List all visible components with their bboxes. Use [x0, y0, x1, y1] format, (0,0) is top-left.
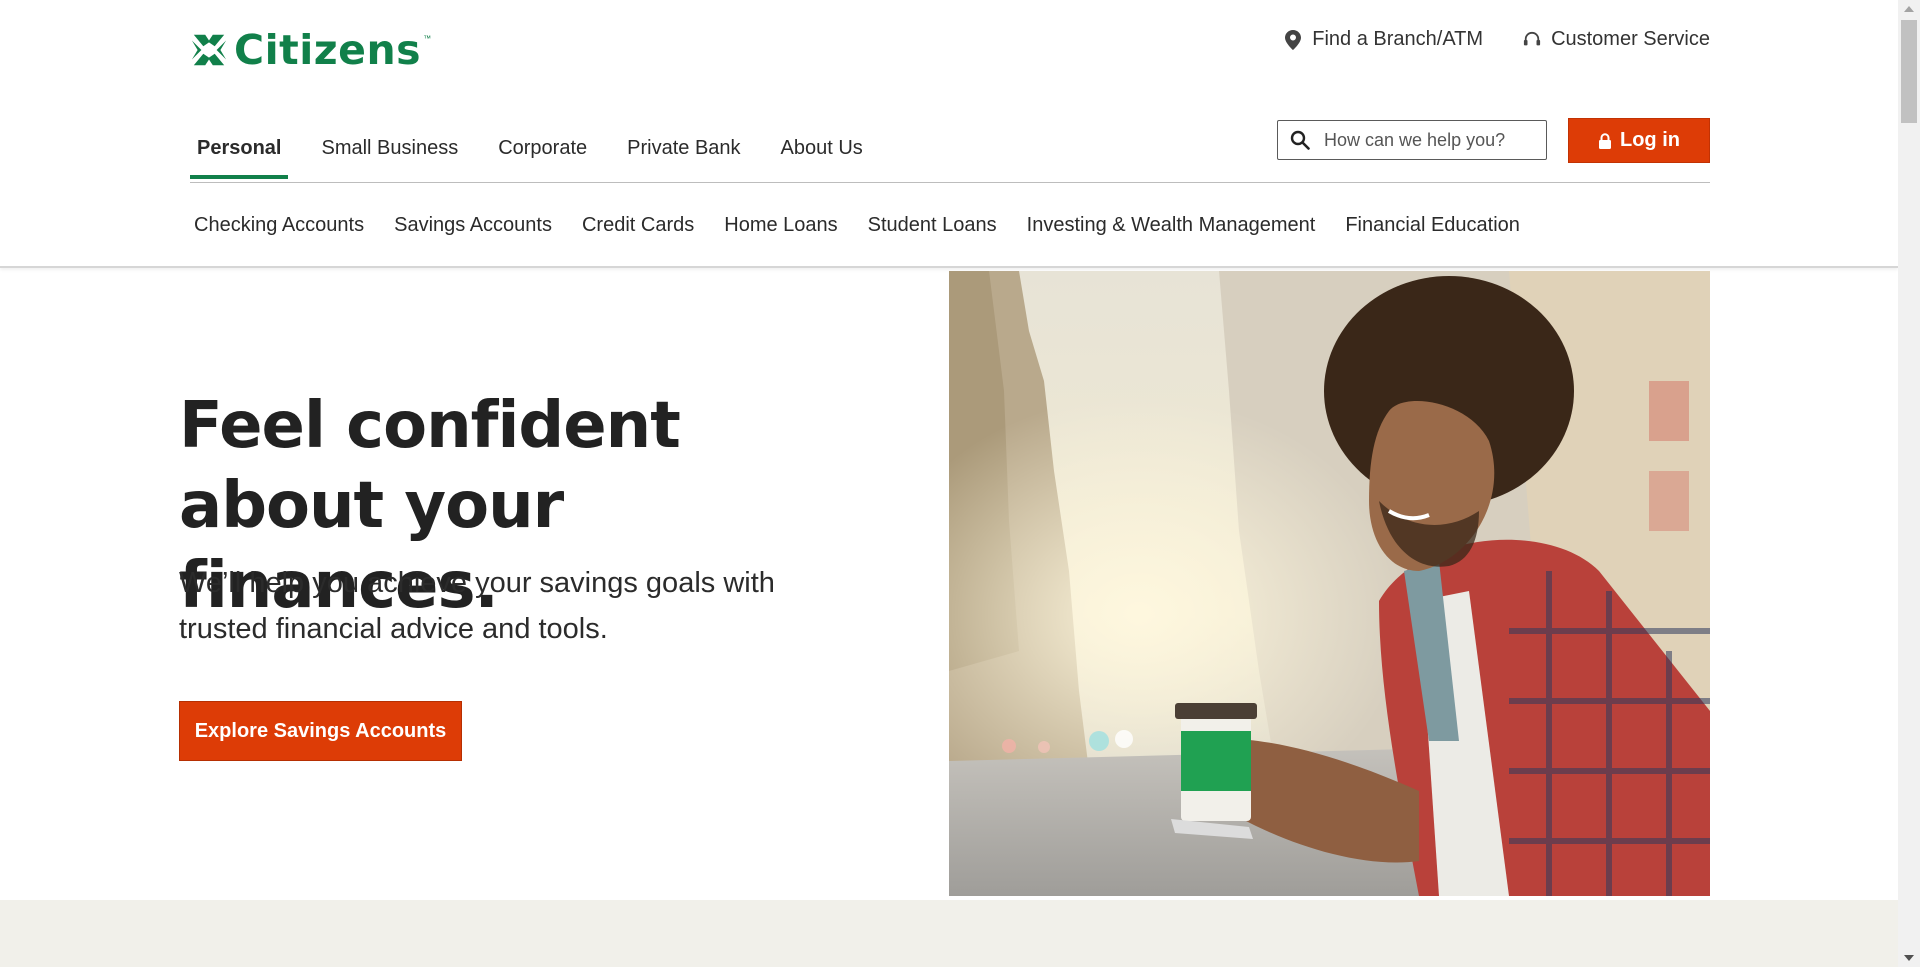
- lock-icon: [1599, 132, 1611, 149]
- scroll-down-arrow-icon[interactable]: [1904, 955, 1914, 961]
- hero-subtitle: We’ll help you achieve your savings goal…: [179, 567, 775, 645]
- login-button[interactable]: Log in: [1568, 118, 1710, 163]
- scroll-thumb[interactable]: [1901, 20, 1917, 123]
- nav-student-loans[interactable]: Student Loans: [868, 214, 997, 237]
- vertical-scrollbar[interactable]: [1898, 0, 1920, 967]
- tab-small-business[interactable]: Small Business: [314, 118, 465, 178]
- headset-icon: [1523, 31, 1541, 45]
- utility-links: Find a Branch/ATM Customer Service: [1284, 28, 1710, 51]
- location-pin-icon: [1285, 29, 1302, 50]
- search-box[interactable]: [1277, 120, 1547, 160]
- nav-financial-education[interactable]: Financial Education: [1345, 214, 1520, 237]
- find-branch-label: Find a Branch/ATM: [1312, 28, 1484, 50]
- scroll-up-arrow-icon[interactable]: [1904, 6, 1914, 12]
- hero-photo: [949, 271, 1710, 896]
- tab-corporate[interactable]: Corporate: [491, 118, 594, 178]
- nav-savings-accounts[interactable]: Savings Accounts: [394, 214, 552, 237]
- nav-checking-accounts[interactable]: Checking Accounts: [194, 214, 364, 237]
- customer-service-link[interactable]: Customer Service: [1523, 28, 1710, 51]
- citizens-logo[interactable]: Citizens ™: [190, 26, 431, 74]
- search-input[interactable]: [1322, 128, 1536, 152]
- nav-home-loans[interactable]: Home Loans: [724, 214, 837, 237]
- login-label: Log in: [1620, 129, 1680, 151]
- customer-service-label: Customer Service: [1551, 28, 1710, 50]
- gray-section-band: [0, 900, 1898, 967]
- brand-name: Citizens: [234, 26, 422, 74]
- explore-savings-button[interactable]: Explore Savings Accounts: [179, 701, 462, 761]
- secondary-nav: Checking Accounts Savings Accounts Credi…: [194, 214, 1520, 237]
- citizens-logo-mark-icon: [191, 34, 227, 66]
- page: Citizens ™ Find a Branch/ATM Customer Se…: [0, 0, 1898, 967]
- tab-personal[interactable]: Personal: [190, 118, 289, 179]
- nav-investing-wealth[interactable]: Investing & Wealth Management: [1027, 214, 1316, 237]
- site-header: Citizens ™ Find a Branch/ATM Customer Se…: [0, 0, 1898, 268]
- primary-nav: Personal Small Business Corporate Privat…: [190, 118, 896, 179]
- search-icon: [1290, 130, 1310, 150]
- nav-credit-cards[interactable]: Credit Cards: [582, 214, 694, 237]
- trademark-symbol: ™: [423, 34, 432, 43]
- tab-private-bank[interactable]: Private Bank: [620, 118, 747, 178]
- find-branch-link[interactable]: Find a Branch/ATM: [1284, 28, 1483, 51]
- hero-image: [949, 271, 1710, 896]
- tab-about-us[interactable]: About Us: [774, 118, 870, 178]
- nav-divider: [190, 182, 1710, 183]
